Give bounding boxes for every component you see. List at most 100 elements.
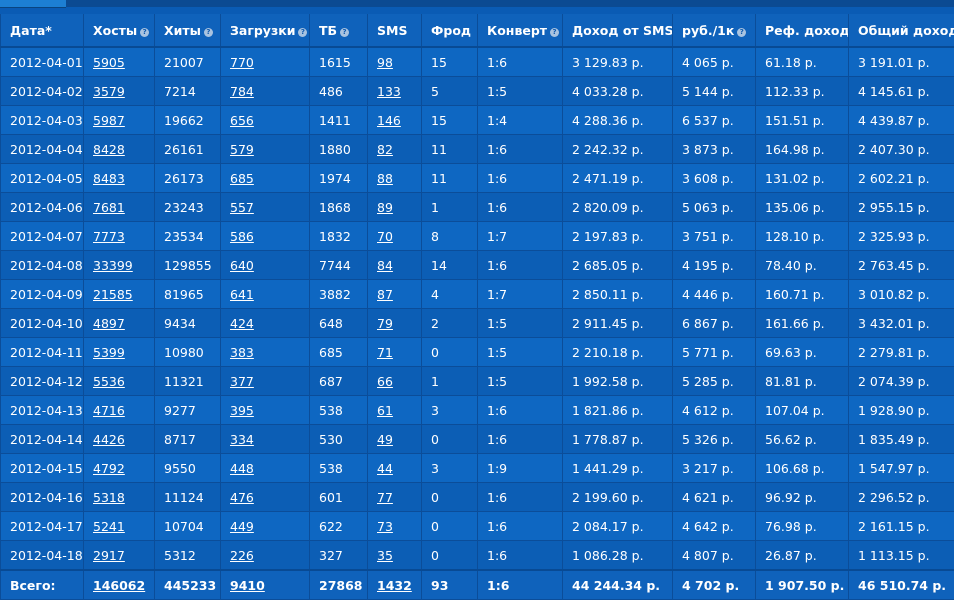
- downloads-link[interactable]: 383: [230, 345, 254, 360]
- help-icon[interactable]: ?: [204, 28, 213, 37]
- column-header-date[interactable]: Дата*: [1, 14, 84, 47]
- hosts-link[interactable]: 7681: [93, 200, 125, 215]
- column-header-downloads[interactable]: Загрузки?: [221, 14, 310, 47]
- column-header-hits[interactable]: Хиты?: [155, 14, 221, 47]
- sms-link[interactable]: 35: [377, 548, 393, 563]
- sms-link[interactable]: 82: [377, 142, 393, 157]
- totals-row: Всего:1460624452339410278681432931:644 2…: [1, 570, 954, 600]
- downloads-link[interactable]: 424: [230, 316, 254, 331]
- sms-link[interactable]: 49: [377, 432, 393, 447]
- table-row: 2012-04-04842826161579188082111:62 242.3…: [1, 135, 954, 164]
- cell-downloads: 641: [221, 280, 310, 309]
- column-header-label: SMS: [377, 23, 407, 38]
- cell-rub_per_1k: 4 621 р.: [673, 483, 756, 512]
- cell-downloads: 226: [221, 541, 310, 571]
- hosts-link[interactable]: 5241: [93, 519, 125, 534]
- hosts-link[interactable]: 5318: [93, 490, 125, 505]
- sms-link[interactable]: 79: [377, 316, 393, 331]
- sms-link[interactable]: 61: [377, 403, 393, 418]
- hosts-link[interactable]: 4716: [93, 403, 125, 418]
- total-hosts-link[interactable]: 146062: [93, 578, 145, 593]
- hosts-link[interactable]: 5399: [93, 345, 125, 360]
- sms-link[interactable]: 88: [377, 171, 393, 186]
- column-header-tb[interactable]: ТБ?: [310, 14, 368, 47]
- hosts-link[interactable]: 2917: [93, 548, 125, 563]
- column-header-ref_income[interactable]: Реф. доход: [756, 14, 849, 47]
- cell-downloads: 784: [221, 77, 310, 106]
- hosts-link[interactable]: 21585: [93, 287, 133, 302]
- column-header-convert[interactable]: Конверт?: [478, 14, 563, 47]
- downloads-link[interactable]: 586: [230, 229, 254, 244]
- downloads-link[interactable]: 557: [230, 200, 254, 215]
- downloads-link[interactable]: 334: [230, 432, 254, 447]
- downloads-link[interactable]: 448: [230, 461, 254, 476]
- downloads-link[interactable]: 641: [230, 287, 254, 302]
- column-header-fraud[interactable]: Фрод: [422, 14, 478, 47]
- sms-link[interactable]: 73: [377, 519, 393, 534]
- sms-link[interactable]: 133: [377, 84, 401, 99]
- top-tab-strip: [0, 0, 954, 7]
- downloads-link[interactable]: 685: [230, 171, 254, 186]
- cell-rub_per_1k: 4 065 р.: [673, 47, 756, 77]
- sms-link[interactable]: 87: [377, 287, 393, 302]
- cell-hits: 8717: [155, 425, 221, 454]
- downloads-link[interactable]: 640: [230, 258, 254, 273]
- cell-downloads: 557: [221, 193, 310, 222]
- sms-link[interactable]: 44: [377, 461, 393, 476]
- cell-tb: 7744: [310, 251, 368, 280]
- column-header-sms[interactable]: SMS: [368, 14, 422, 47]
- cell-hits: 5312: [155, 541, 221, 571]
- sms-link[interactable]: 66: [377, 374, 393, 389]
- hosts-link[interactable]: 8483: [93, 171, 125, 186]
- hosts-link[interactable]: 8428: [93, 142, 125, 157]
- downloads-link[interactable]: 377: [230, 374, 254, 389]
- downloads-link[interactable]: 656: [230, 113, 254, 128]
- cell-hits: 7214: [155, 77, 221, 106]
- downloads-link[interactable]: 579: [230, 142, 254, 157]
- cell-total_income: 2 763.45 р.: [849, 251, 954, 280]
- column-header-rub_per_1k[interactable]: руб./1к?: [673, 14, 756, 47]
- cell-hits: 9550: [155, 454, 221, 483]
- cell-fraud: 1: [422, 193, 478, 222]
- sms-link[interactable]: 98: [377, 55, 393, 70]
- active-tab[interactable]: [0, 0, 66, 8]
- downloads-link[interactable]: 770: [230, 55, 254, 70]
- downloads-link[interactable]: 784: [230, 84, 254, 99]
- cell-rub_per_1k: 5 285 р.: [673, 367, 756, 396]
- hosts-link[interactable]: 4792: [93, 461, 125, 476]
- sms-link[interactable]: 70: [377, 229, 393, 244]
- hosts-link[interactable]: 33399: [93, 258, 133, 273]
- downloads-link[interactable]: 226: [230, 548, 254, 563]
- downloads-link[interactable]: 449: [230, 519, 254, 534]
- column-header-hosts[interactable]: Хосты?: [84, 14, 155, 47]
- sms-link[interactable]: 89: [377, 200, 393, 215]
- help-icon[interactable]: ?: [298, 28, 307, 37]
- cell-date: 2012-04-07: [1, 222, 84, 251]
- sms-link[interactable]: 146: [377, 113, 401, 128]
- column-header-sms_income[interactable]: Доход от SMS: [563, 14, 673, 47]
- downloads-link[interactable]: 476: [230, 490, 254, 505]
- help-icon[interactable]: ?: [550, 28, 559, 37]
- help-icon[interactable]: ?: [140, 28, 149, 37]
- help-icon[interactable]: ?: [737, 28, 746, 37]
- column-header-total_income[interactable]: Общий доход: [849, 14, 954, 47]
- help-icon[interactable]: ?: [340, 28, 349, 37]
- cell-convert: 1:5: [478, 338, 563, 367]
- hosts-link[interactable]: 7773: [93, 229, 125, 244]
- hosts-link[interactable]: 4426: [93, 432, 125, 447]
- total-rub_per_1k: 4 702 р.: [673, 570, 756, 600]
- total-downloads-link[interactable]: 9410: [230, 578, 265, 593]
- hosts-link[interactable]: 4897: [93, 316, 125, 331]
- cell-hits: 129855: [155, 251, 221, 280]
- sms-link[interactable]: 71: [377, 345, 393, 360]
- hosts-link[interactable]: 3579: [93, 84, 125, 99]
- sms-link[interactable]: 77: [377, 490, 393, 505]
- sms-link[interactable]: 84: [377, 258, 393, 273]
- hosts-link[interactable]: 5536: [93, 374, 125, 389]
- hosts-link[interactable]: 5905: [93, 55, 125, 70]
- total-sms-link[interactable]: 1432: [377, 578, 412, 593]
- cell-hits: 21007: [155, 47, 221, 77]
- hosts-link[interactable]: 5987: [93, 113, 125, 128]
- downloads-link[interactable]: 395: [230, 403, 254, 418]
- cell-date: 2012-04-10: [1, 309, 84, 338]
